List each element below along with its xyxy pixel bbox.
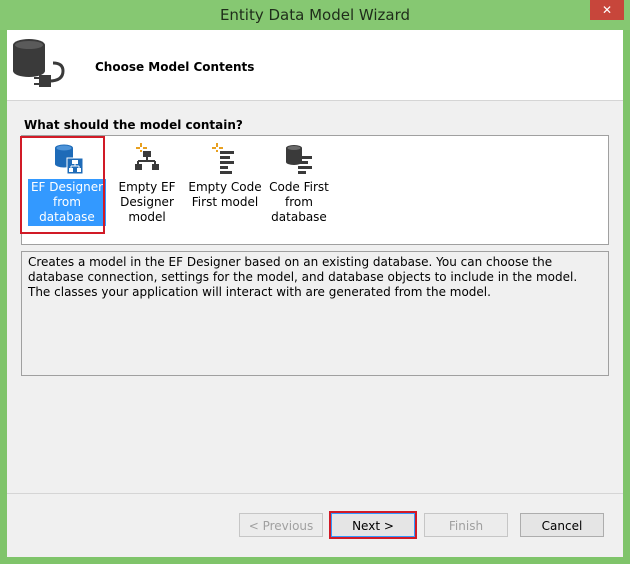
choice-empty-ef-designer-model[interactable]: Empty EF Designer model xyxy=(108,138,186,226)
choice-label: Empty Code First model xyxy=(188,180,262,209)
previous-button[interactable]: < Previous xyxy=(239,513,323,537)
close-button[interactable]: ✕ xyxy=(590,0,624,20)
footer-divider xyxy=(7,493,623,494)
cancel-button[interactable]: Cancel xyxy=(520,513,604,537)
choice-ef-designer-from-database[interactable]: EF Designer from database xyxy=(28,138,106,226)
empty-ef-designer-icon xyxy=(135,143,159,170)
model-contents-question: What should the model contain? xyxy=(24,118,243,132)
choice-code-first-from-database[interactable]: Code First from database xyxy=(260,138,338,226)
window-title: Entity Data Model Wizard xyxy=(219,6,411,24)
choice-empty-code-first-model[interactable]: Empty Code First model xyxy=(186,138,264,226)
page-title: Choose Model Contents xyxy=(95,60,255,74)
choice-description: Creates a model in the EF Designer based… xyxy=(21,251,609,376)
model-choices-list: EF Designer from database Empty EF Desig… xyxy=(21,135,609,245)
title-bar: Entity Data Model Wizard xyxy=(0,0,630,30)
database-connection-icon xyxy=(13,39,65,87)
close-icon: ✕ xyxy=(601,3,613,17)
next-button[interactable]: Next > xyxy=(331,513,415,537)
finish-button[interactable]: Finish xyxy=(424,513,508,537)
choice-label: EF Designer from database xyxy=(28,179,106,226)
choice-label: Empty EF Designer model xyxy=(118,180,176,224)
choice-label: Code First from database xyxy=(269,180,329,224)
ef-designer-database-icon xyxy=(55,144,84,175)
code-first-database-icon xyxy=(286,145,312,174)
wizard-header: Choose Model Contents xyxy=(7,30,623,101)
empty-code-first-icon xyxy=(212,143,234,174)
wizard-window: Choose Model Contents What should the mo… xyxy=(7,30,623,557)
